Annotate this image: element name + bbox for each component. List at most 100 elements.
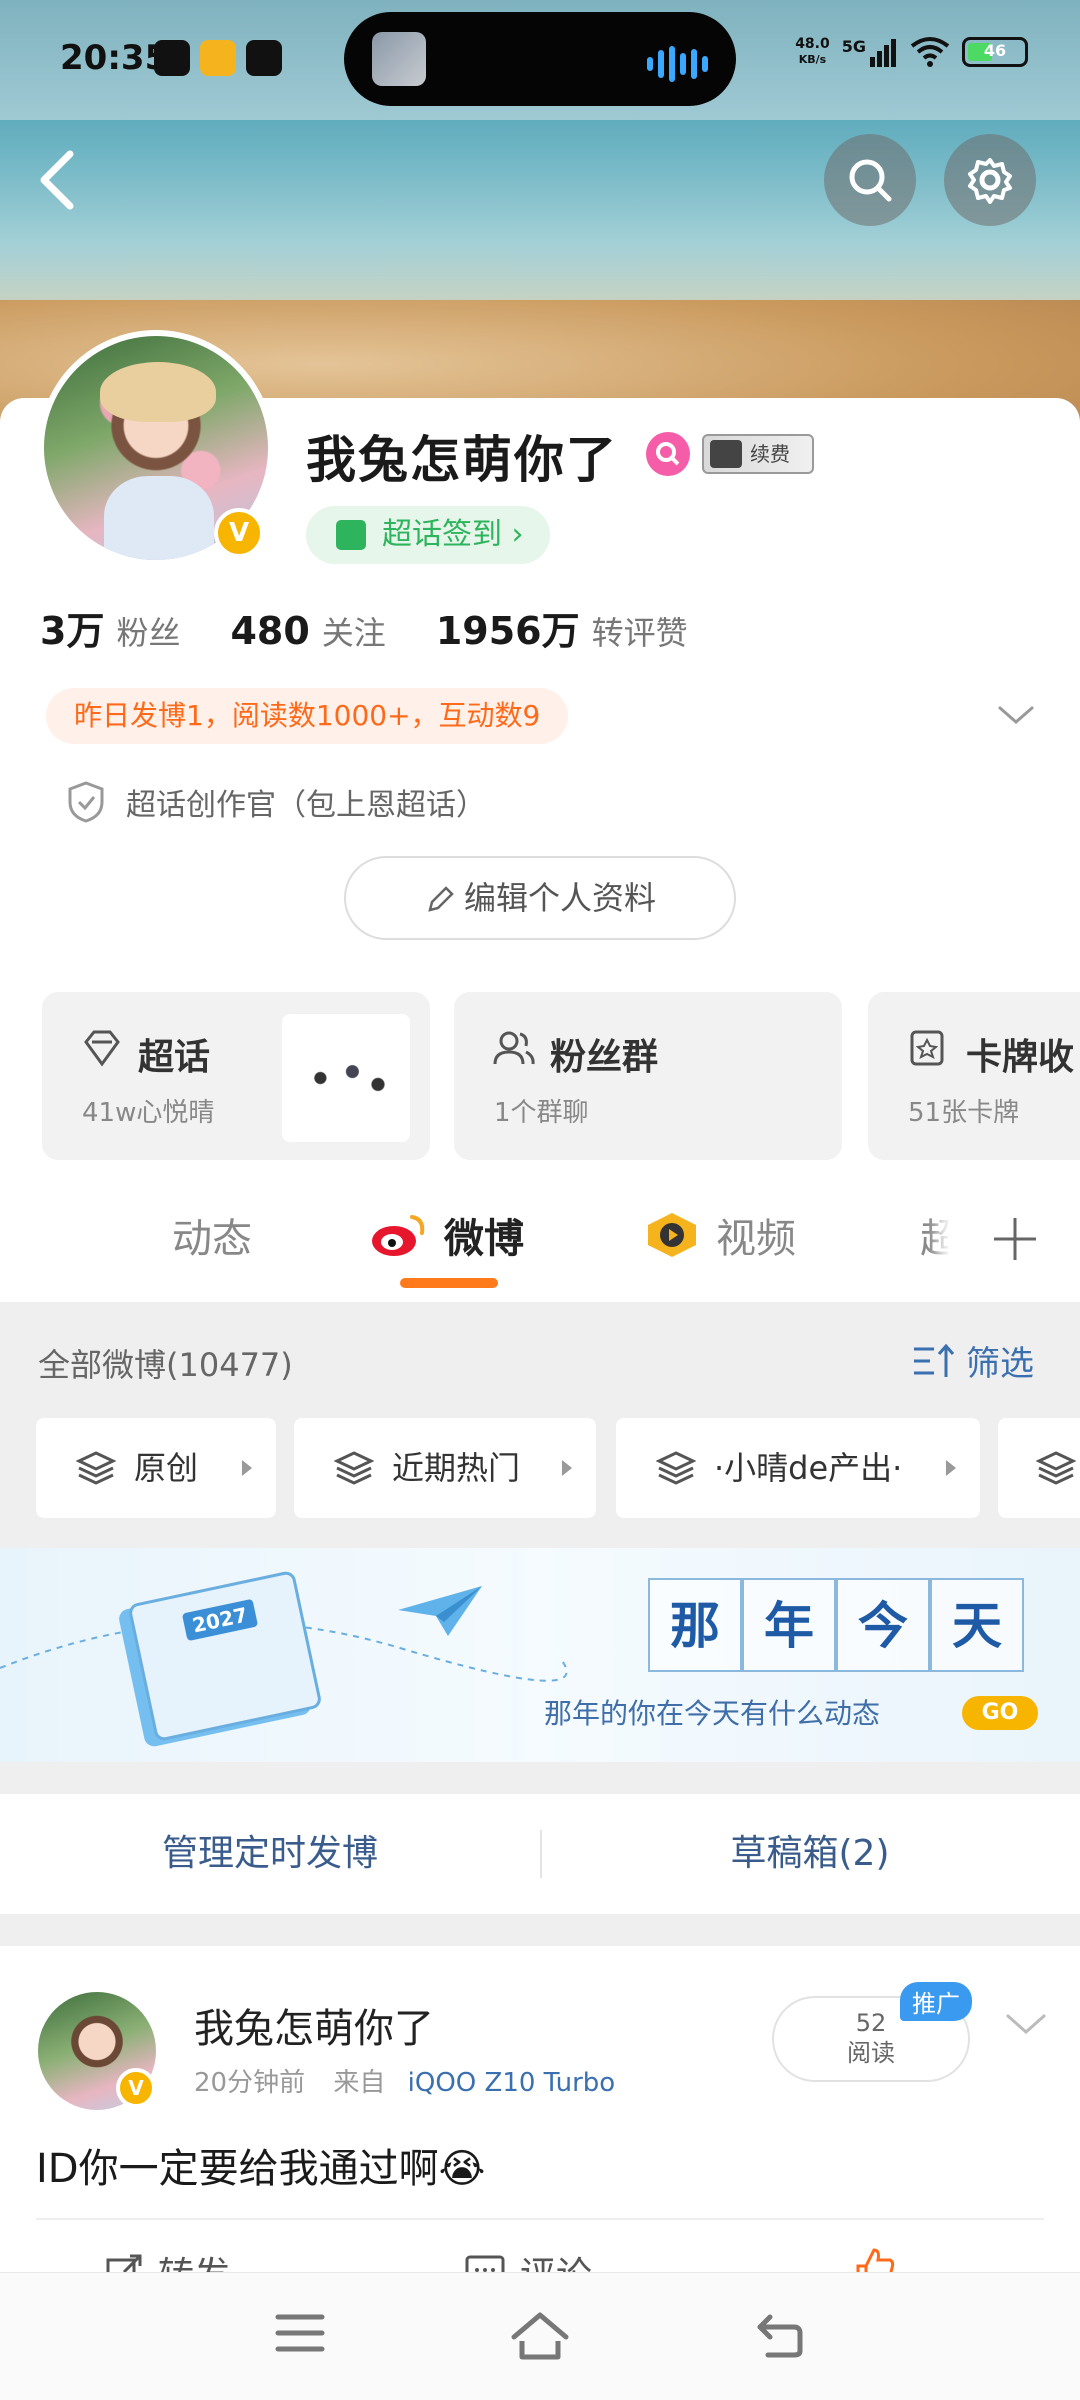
tiktok-app-icon <box>154 40 190 76</box>
battery-icon: 46 <box>962 37 1028 67</box>
chevron-down-icon[interactable] <box>1004 2012 1048 2040</box>
crown-icon <box>710 440 742 468</box>
layers-icon <box>656 1451 696 1485</box>
chip-label: ·小晴de产出· <box>714 1449 903 1487</box>
tab-dynamic[interactable]: 动态 <box>172 1206 252 1264</box>
back-nav-icon[interactable] <box>754 2311 806 2359</box>
menu-icon[interactable] <box>274 2311 326 2355</box>
on-this-day-banner[interactable]: 2027 那 年 今 天 那年的你在今天有什么动态 GO <box>0 1548 1080 1762</box>
edit-profile-button[interactable]: 编辑个人资料 <box>344 856 736 940</box>
verified-badge: V <box>116 2068 156 2108</box>
battery-level: 46 <box>983 41 1007 60</box>
tab-video-label: 视频 <box>716 1216 796 1262</box>
chevron-down-icon[interactable] <box>996 704 1036 728</box>
chip-label: 近期热门 <box>392 1449 521 1487</box>
filter-chip-original[interactable]: 原创 <box>36 1418 276 1518</box>
edit-profile-label: 编辑个人资料 <box>463 879 656 917</box>
card-collection-icon <box>910 1030 944 1066</box>
tab-weibo[interactable]: 微博 <box>368 1206 524 1264</box>
sort-icon <box>914 1343 955 1377</box>
audio-wave-icon <box>647 46 708 82</box>
scheduled-posts-button[interactable]: 管理定时发博 <box>0 1794 540 1914</box>
post-text: ID你一定要给我通过啊😭 <box>36 2146 486 2192</box>
layers-icon <box>1036 1451 1076 1485</box>
post-meta: 20分钟前 来自 iQOO Z10 Turbo <box>194 2062 615 2099</box>
filter-chip-output[interactable]: ·小晴de产出· <box>616 1418 980 1518</box>
system-nav-bar <box>0 2272 1080 2400</box>
media-thumbnail <box>372 32 426 86</box>
verified-badge: V <box>214 508 264 558</box>
super-topic-checkin-button[interactable]: 超话签到 › <box>306 506 550 564</box>
home-icon[interactable] <box>510 2311 570 2361</box>
dynamic-island[interactable] <box>344 12 736 106</box>
signal-icon <box>870 39 896 67</box>
stat-fans[interactable]: 3万 粉丝 <box>40 600 180 655</box>
smile-app-icon <box>246 40 282 76</box>
filter-chip-more[interactable] <box>998 1418 1080 1518</box>
video-icon <box>648 1213 696 1257</box>
filter-button[interactable]: 筛选 <box>912 1336 1034 1385</box>
profile-name: 我兔怎萌你了 <box>306 431 618 489</box>
chevron-left-icon <box>40 150 74 210</box>
checkin-label: 超话签到 › <box>382 517 524 552</box>
layers-icon <box>334 1451 374 1485</box>
caret-right-icon <box>242 1460 252 1476</box>
profile-stats: 3万 粉丝 480 关注 1956万 转评赞 <box>40 600 688 655</box>
feature-card-fan-group[interactable]: 粉丝群 1个群聊 <box>454 992 842 1160</box>
post-source-prefix: 来自 <box>333 2068 386 2098</box>
feature-title: 卡牌收 <box>966 1037 1075 1078</box>
feature-title: 粉丝群 <box>550 1037 659 1078</box>
plus-icon <box>994 1218 1036 1260</box>
search-medal-icon[interactable] <box>646 432 690 476</box>
feature-title: 超话 <box>138 1037 211 1078</box>
calendar-illustration: 2027 <box>117 1569 323 1749</box>
active-tab-indicator <box>400 1278 498 1288</box>
post-time: 20分钟前 <box>194 2068 306 2098</box>
status-time: 20:35 <box>60 38 169 78</box>
creator-badge-text: 超话创作官（包上恩超话） <box>126 788 486 823</box>
post-source[interactable]: iQOO Z10 Turbo <box>408 2068 616 2098</box>
super-topic-thumbnail <box>282 1014 410 1142</box>
vip-label: 续费 <box>750 442 790 466</box>
otd-char: 天 <box>930 1578 1024 1672</box>
manage-bar: 管理定时发博 草稿箱(2) <box>0 1794 1080 1914</box>
net-speed: 48.0 <box>795 36 830 52</box>
vip-renew-badge[interactable]: 续费 <box>702 434 814 474</box>
status-bar: 20:35 48.0 KB/s 5G 46 <box>0 0 1080 120</box>
yesterday-summary[interactable]: 昨日发博1，阅读数1000+，互动数9 <box>46 688 569 744</box>
search-icon <box>849 159 892 202</box>
otd-char: 年 <box>742 1578 836 1672</box>
drafts-button[interactable]: 草稿箱(2) <box>540 1794 1080 1914</box>
divider <box>36 2218 1044 2220</box>
shield-icon <box>68 781 104 823</box>
go-button[interactable]: GO <box>962 1696 1038 1730</box>
feature-sub: 51张卡牌 <box>908 1098 1020 1128</box>
back-button[interactable] <box>30 140 90 220</box>
otd-char: 那 <box>648 1578 742 1672</box>
weibo-logo-icon <box>372 1215 425 1256</box>
stat-interactions[interactable]: 1956万 转评赞 <box>436 600 688 655</box>
chip-label: 原创 <box>134 1449 199 1487</box>
network-type: 5G <box>841 37 866 56</box>
feature-card-super-topic[interactable]: 超话 41w心悦晴 <box>42 992 430 1160</box>
pencil-icon <box>428 886 454 912</box>
stat-following[interactable]: 480 关注 <box>230 608 385 654</box>
on-this-day-title: 那 年 今 天 <box>648 1578 1024 1672</box>
filter-chip-hot[interactable]: 近期热门 <box>294 1418 596 1518</box>
post-author[interactable]: 我兔怎萌你了 <box>194 1996 434 2054</box>
search-button[interactable] <box>824 134 916 226</box>
otd-char: 今 <box>836 1578 930 1672</box>
add-tab-button[interactable] <box>948 1184 1080 1294</box>
content-tabs: 动态 微博 视频 超 <box>0 1176 1080 1302</box>
layers-icon <box>76 1451 116 1485</box>
promote-badge[interactable]: 推广 <box>900 1982 972 2021</box>
tab-video[interactable]: 视频 <box>644 1206 796 1264</box>
group-icon <box>493 1031 535 1065</box>
caret-right-icon <box>562 1460 572 1476</box>
diamond-icon <box>84 1030 120 1067</box>
settings-button[interactable] <box>944 134 1036 226</box>
feature-sub: 41w心悦晴 <box>82 1098 215 1128</box>
caret-right-icon <box>946 1460 956 1476</box>
feature-card-cards[interactable]: 卡牌收 51张卡牌 <box>868 992 1080 1160</box>
creator-badge[interactable]: 超话创作官（包上恩超话） <box>66 780 486 824</box>
